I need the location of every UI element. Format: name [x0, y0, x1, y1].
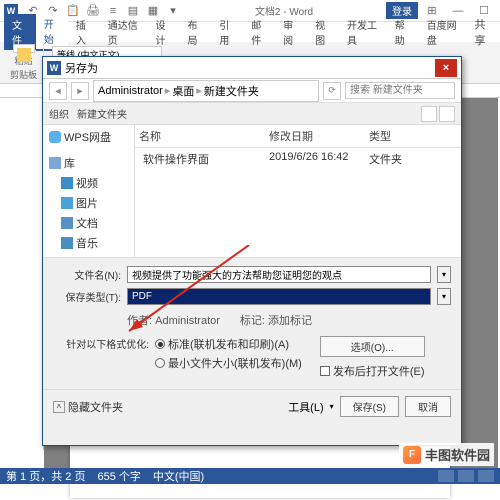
radio-off-icon: [155, 358, 165, 368]
sb-page[interactable]: 第 1 页，共 2 页: [6, 468, 85, 484]
document-icon: [61, 217, 73, 229]
savetype-dd-icon[interactable]: ▾: [437, 288, 451, 305]
sb-words[interactable]: 655 个字: [97, 468, 140, 484]
dialog-toolbar: 组织 新建文件夹: [43, 103, 461, 125]
savetype-select[interactable]: PDF: [127, 288, 431, 305]
dialog-titlebar: W 另存为 ×: [43, 57, 461, 79]
file-list-header: 名称 修改日期 类型: [135, 125, 461, 148]
author-label: 作者:: [127, 315, 152, 327]
tab-dev[interactable]: 开发工具: [339, 14, 387, 50]
radio-standard[interactable]: 标准(联机发布和印刷)(A): [155, 336, 302, 352]
sb-view1-icon[interactable]: [438, 470, 454, 482]
statusbar: 第 1 页，共 2 页 655 个字 中文(中国): [0, 468, 500, 484]
sb-lang[interactable]: 中文(中国): [153, 468, 204, 484]
tab-help[interactable]: 帮助: [387, 14, 419, 50]
tree-music[interactable]: 音乐: [43, 233, 134, 253]
clipboard-group: 粘贴 剪贴板: [4, 44, 44, 81]
tree-wps[interactable]: WPS网盘: [43, 127, 134, 147]
tags-value[interactable]: 添加标记: [268, 315, 312, 327]
crumb-2: 桌面: [172, 83, 194, 99]
clipboard-label: 剪贴板: [10, 68, 37, 81]
nav-fwd-icon[interactable]: ►: [71, 82, 89, 100]
save-as-dialog: W 另存为 × ◄ ► Administrator▸ 桌面▸ 新建文件夹 ⟳ 组…: [42, 56, 462, 446]
crumb-1: Administrator: [98, 85, 163, 97]
view-icon[interactable]: [421, 106, 437, 122]
tree-lib[interactable]: 库: [43, 153, 134, 173]
tags-label: 标记:: [240, 315, 265, 327]
radio-on-icon: [155, 339, 165, 349]
checkbox-icon: [320, 366, 330, 376]
file-row[interactable]: 软件操作界面 2019/6/26 16:42 文件夹: [135, 148, 461, 170]
close-icon: ×: [443, 62, 449, 74]
dialog-close-button[interactable]: ×: [435, 59, 457, 77]
newfolder-button[interactable]: 新建文件夹: [77, 106, 127, 121]
tab-baidu[interactable]: 百度网盘: [419, 14, 467, 50]
open-after-check[interactable]: 发布后打开文件(E): [320, 363, 425, 379]
video-icon: [61, 177, 73, 189]
col-date[interactable]: 修改日期: [269, 128, 369, 144]
dialog-nav: ◄ ► Administrator▸ 桌面▸ 新建文件夹 ⟳: [43, 79, 461, 103]
refresh-icon[interactable]: ⟳: [323, 82, 341, 100]
tab-review[interactable]: 审阅: [275, 14, 307, 50]
savetype-label: 保存类型(T):: [53, 289, 121, 304]
tools-button[interactable]: 工具(L): [288, 399, 323, 415]
watermark-logo-icon: F: [403, 446, 421, 464]
author-value[interactable]: Administrator: [155, 315, 220, 327]
ribbon-tabs: 文件 开始 插入 通达信页 设计 布局 引用 邮件 审阅 视图 开发工具 帮助 …: [0, 22, 500, 42]
dialog-form: 文件名(N): ▾ 保存类型(T): PDF ▾ 作者: Administrat…: [43, 257, 461, 389]
save-button[interactable]: 保存(S): [340, 396, 399, 417]
dialog-title: 另存为: [65, 60, 98, 76]
tree-doc[interactable]: 文档: [43, 213, 134, 233]
cloud-icon: [49, 131, 61, 143]
music-icon: [61, 237, 73, 249]
options-button[interactable]: 选项(O)...: [320, 336, 425, 357]
tab-view[interactable]: 视图: [307, 14, 339, 50]
radio-minimum[interactable]: 最小文件大小(联机发布)(M): [155, 355, 302, 371]
dialog-body: WPS网盘 库 视频 图片 文档 音乐 计算机 WIN7 (C:) 软件 (D:…: [43, 125, 461, 257]
crumb-3: 新建文件夹: [204, 83, 259, 99]
watermark-text: 丰图软件园: [425, 445, 490, 464]
tree-pic[interactable]: 图片: [43, 193, 134, 213]
options-area: 针对以下格式优化: 标准(联机发布和印刷)(A) 最小文件大小(联机发布)(M)…: [53, 334, 451, 381]
metadata-row: 作者: Administrator 标记: 添加标记: [53, 310, 451, 334]
tree-video[interactable]: 视频: [43, 173, 134, 193]
dialog-app-icon: W: [47, 61, 61, 75]
nav-back-icon[interactable]: ◄: [49, 82, 67, 100]
folder-tree: WPS网盘 库 视频 图片 文档 音乐 计算机 WIN7 (C:) 软件 (D:…: [43, 125, 135, 257]
sb-view2-icon[interactable]: [458, 470, 474, 482]
help-icon[interactable]: [439, 106, 455, 122]
paste-icon[interactable]: [13, 44, 35, 53]
tab-references[interactable]: 引用: [211, 14, 243, 50]
breadcrumb[interactable]: Administrator▸ 桌面▸ 新建文件夹: [93, 80, 319, 102]
search-input[interactable]: [345, 82, 455, 99]
tab-mail[interactable]: 邮件: [243, 14, 275, 50]
col-name[interactable]: 名称: [139, 128, 269, 144]
filename-dd-icon[interactable]: ▾: [437, 266, 451, 283]
chevron-up-icon: ˄: [53, 401, 65, 413]
filename-input[interactable]: [127, 266, 431, 283]
sb-view3-icon[interactable]: [478, 470, 494, 482]
dialog-footer: ˄隐藏文件夹 工具(L)▾ 保存(S) 取消: [43, 389, 461, 423]
watermark: F 丰图软件园: [399, 443, 494, 466]
organize-button[interactable]: 组织: [49, 106, 69, 121]
hide-folders-button[interactable]: ˄隐藏文件夹: [53, 399, 123, 415]
filename-label: 文件名(N):: [53, 267, 121, 282]
picture-icon: [61, 197, 73, 209]
cancel-button[interactable]: 取消: [405, 396, 451, 417]
optimize-label: 针对以下格式优化:: [53, 336, 149, 379]
file-list: 名称 修改日期 类型 软件操作界面 2019/6/26 16:42 文件夹: [135, 125, 461, 257]
library-icon: [49, 157, 61, 169]
tab-layout[interactable]: 布局: [179, 14, 211, 50]
col-type[interactable]: 类型: [369, 128, 419, 144]
share-button[interactable]: 共享: [467, 13, 500, 51]
